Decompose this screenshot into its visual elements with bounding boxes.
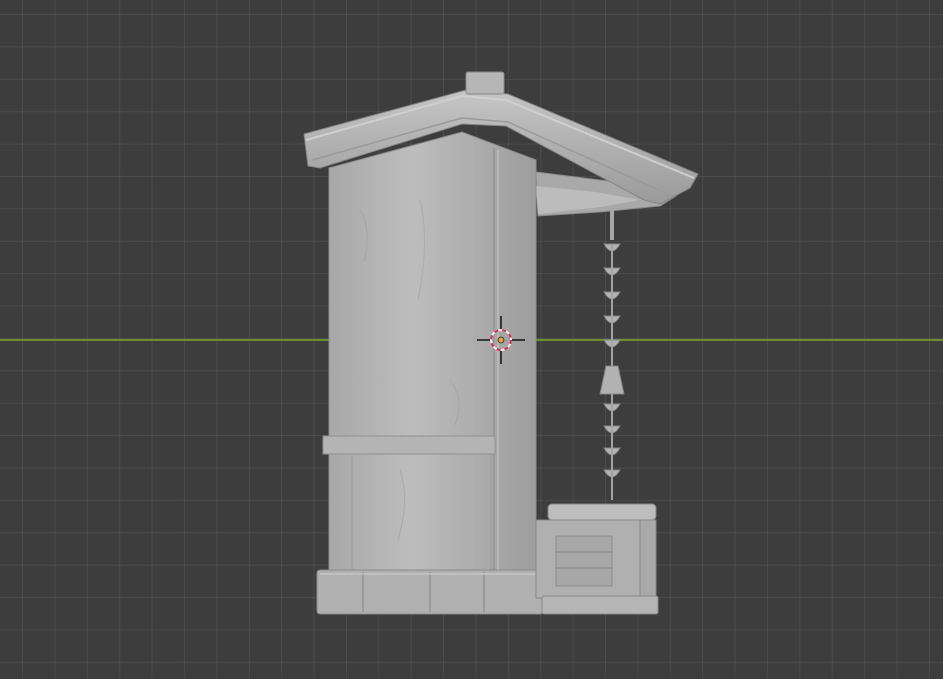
shrine-base <box>316 569 544 615</box>
hanging-chain <box>599 208 625 500</box>
3d-viewport[interactable] <box>0 0 943 679</box>
shrine-model[interactable] <box>0 0 943 679</box>
3d-cursor-icon[interactable] <box>477 316 525 364</box>
shrine-wall <box>322 131 537 601</box>
water-basin <box>535 503 659 615</box>
